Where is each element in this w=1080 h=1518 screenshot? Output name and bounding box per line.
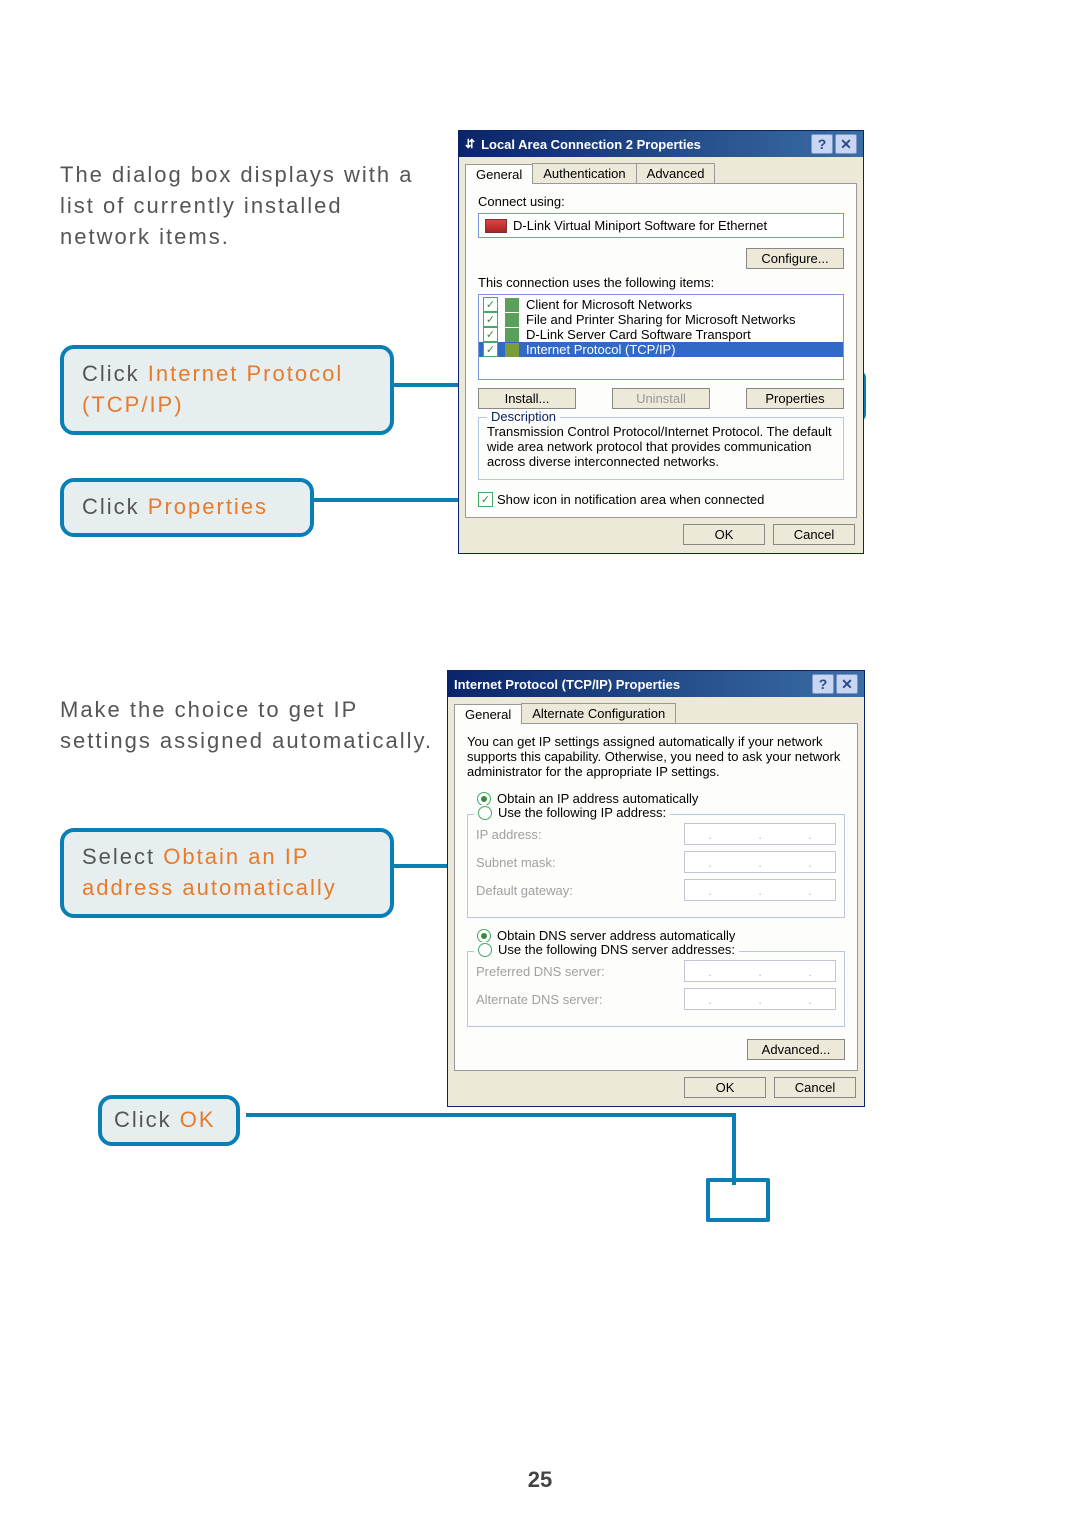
callout-select-auto-ip: Select Obtain an IP address automaticall… — [60, 828, 394, 918]
page-number: 25 — [0, 1467, 1080, 1493]
radio-use-dns-label: Use the following DNS server addresses: — [498, 942, 735, 957]
list-item-label: Internet Protocol (TCP/IP) — [526, 342, 676, 357]
titlebar: Internet Protocol (TCP/IP) Properties ? … — [448, 671, 864, 697]
list-item[interactable]: ✓ Client for Microsoft Networks — [479, 297, 843, 312]
instruction-paragraph-2: Make the choice to get IP settings assig… — [60, 695, 440, 757]
tab-panel-general: Connect using: D-Link Virtual Miniport S… — [465, 183, 857, 518]
dialog-title: Internet Protocol (TCP/IP) Properties — [454, 677, 680, 692]
titlebar: ⇵ Local Area Connection 2 Properties ? ✕ — [459, 131, 863, 157]
show-icon-checkbox[interactable]: ✓ — [478, 492, 493, 507]
static-ip-group: Use the following IP address: IP address… — [467, 814, 845, 918]
callout-click-tcpip: Click Internet Protocol (TCP/IP) — [60, 345, 394, 435]
static-dns-group: Use the following DNS server addresses: … — [467, 951, 845, 1027]
callout-text: Click — [82, 361, 140, 386]
show-icon-label: Show icon in notification area when conn… — [497, 492, 764, 507]
pref-dns-label: Preferred DNS server: — [476, 964, 605, 979]
ip-address-label: IP address: — [476, 827, 542, 842]
protocol-icon — [505, 343, 519, 357]
callout-highlight: OK — [172, 1107, 216, 1132]
radio-auto-dns-label: Obtain DNS server address automatically — [497, 928, 735, 943]
alt-dns-label: Alternate DNS server: — [476, 992, 602, 1007]
adapter-field: D-Link Virtual Miniport Software for Eth… — [478, 213, 844, 238]
gateway-label: Default gateway: — [476, 883, 573, 898]
cancel-button[interactable]: Cancel — [773, 524, 855, 545]
list-item[interactable]: ✓ File and Printer Sharing for Microsoft… — [479, 312, 843, 327]
highlight-ok-button — [706, 1178, 770, 1222]
ok-button[interactable]: OK — [684, 1077, 766, 1098]
callout-click-ok: Click OK — [98, 1095, 240, 1146]
radio-use-ip-label: Use the following IP address: — [498, 805, 666, 820]
configure-button[interactable]: Configure... — [746, 248, 844, 269]
description-text: Transmission Control Protocol/Internet P… — [487, 424, 835, 469]
radio-auto-ip[interactable] — [477, 792, 491, 806]
description-legend: Description — [487, 409, 560, 424]
tab-panel-general: You can get IP settings assigned automat… — [454, 723, 858, 1071]
help-button[interactable]: ? — [812, 674, 834, 694]
tab-general[interactable]: General — [454, 704, 522, 724]
intro-text: You can get IP settings assigned automat… — [467, 734, 845, 779]
list-item-label: D-Link Server Card Software Transport — [526, 327, 751, 342]
dialog-title: Local Area Connection 2 Properties — [481, 137, 701, 152]
radio-auto-ip-label: Obtain an IP address automatically — [497, 791, 698, 806]
radio-use-dns[interactable] — [478, 943, 492, 957]
radio-auto-dns[interactable] — [477, 929, 491, 943]
subnet-label: Subnet mask: — [476, 855, 556, 870]
callout-text: Click — [114, 1107, 172, 1132]
callout-text: Click — [82, 494, 140, 519]
network-items-list[interactable]: ✓ Client for Microsoft Networks ✓ File a… — [478, 294, 844, 380]
gateway-input: ... — [684, 879, 836, 901]
connect-using-label: Connect using: — [478, 194, 844, 209]
subnet-input: ... — [684, 851, 836, 873]
dialog-tcpip-properties: Internet Protocol (TCP/IP) Properties ? … — [447, 670, 865, 1107]
tab-strip: General Authentication Advanced — [465, 163, 857, 183]
list-item-label: File and Printer Sharing for Microsoft N… — [526, 312, 795, 327]
pointer-line — [246, 1113, 736, 1117]
dialog-lan-properties: ⇵ Local Area Connection 2 Properties ? ✕… — [458, 130, 864, 554]
alt-dns-input: ... — [684, 988, 836, 1010]
help-button[interactable]: ? — [811, 134, 833, 154]
transport-icon — [505, 328, 519, 342]
list-item[interactable]: ✓ D-Link Server Card Software Transport — [479, 327, 843, 342]
tab-alt-config[interactable]: Alternate Configuration — [521, 703, 676, 723]
callout-click-properties: Click Properties — [60, 478, 314, 537]
uninstall-button: Uninstall — [612, 388, 710, 409]
description-group: Description Transmission Control Protoco… — [478, 417, 844, 480]
list-item-label: Client for Microsoft Networks — [526, 297, 692, 312]
list-item-tcpip[interactable]: ✓ Internet Protocol (TCP/IP) — [479, 342, 843, 357]
nic-icon — [485, 219, 507, 233]
network-icon: ⇵ — [465, 137, 475, 151]
client-icon — [505, 298, 519, 312]
adapter-name: D-Link Virtual Miniport Software for Eth… — [513, 218, 767, 233]
instruction-paragraph-1: The dialog box displays with a list of c… — [60, 160, 440, 252]
radio-use-ip[interactable] — [478, 806, 492, 820]
tab-general[interactable]: General — [465, 164, 533, 184]
tab-authentication[interactable]: Authentication — [532, 163, 636, 183]
tab-advanced[interactable]: Advanced — [636, 163, 716, 183]
service-icon — [505, 313, 519, 327]
callout-text: Select — [82, 844, 155, 869]
cancel-button[interactable]: Cancel — [774, 1077, 856, 1098]
close-button[interactable]: ✕ — [835, 134, 857, 154]
tab-strip: General Alternate Configuration — [454, 703, 858, 723]
install-button[interactable]: Install... — [478, 388, 576, 409]
pointer-line-v — [732, 1113, 736, 1185]
close-button[interactable]: ✕ — [836, 674, 858, 694]
ok-button[interactable]: OK — [683, 524, 765, 545]
advanced-button[interactable]: Advanced... — [747, 1039, 845, 1060]
properties-button[interactable]: Properties — [746, 388, 844, 409]
items-label: This connection uses the following items… — [478, 275, 844, 290]
ip-address-input: ... — [684, 823, 836, 845]
pref-dns-input: ... — [684, 960, 836, 982]
callout-highlight: Properties — [140, 494, 268, 519]
